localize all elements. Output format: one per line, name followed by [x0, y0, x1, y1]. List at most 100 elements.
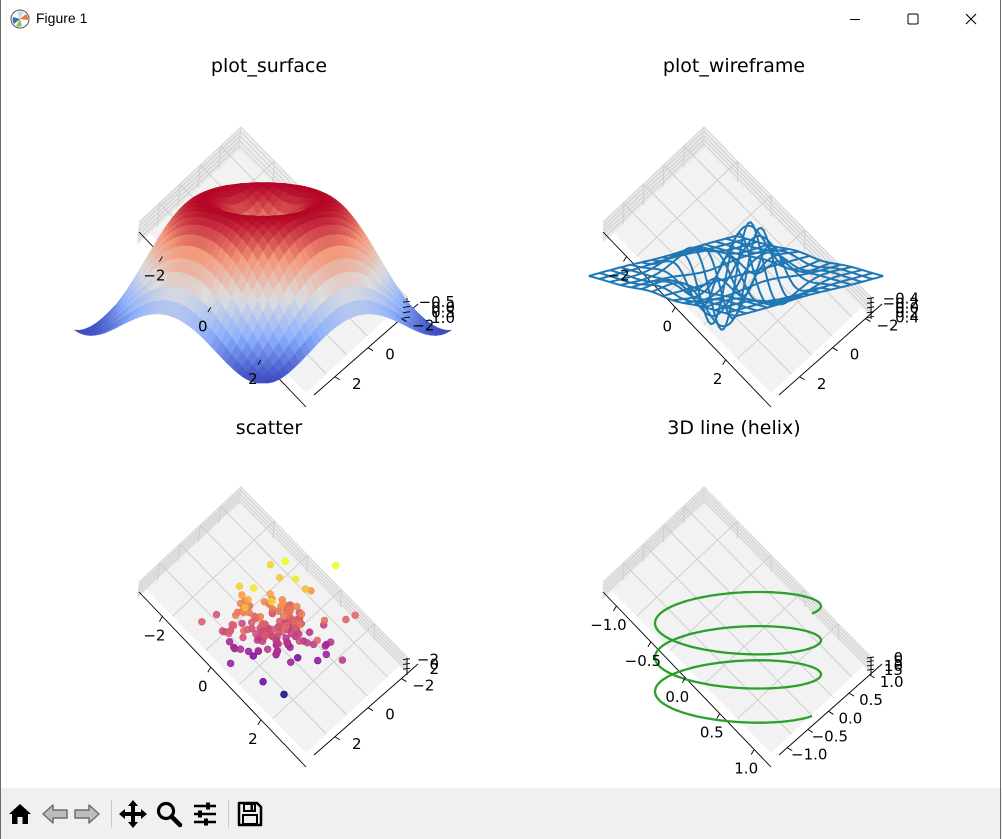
x-tick-label: 0 — [198, 317, 208, 335]
scatter-point — [282, 622, 290, 630]
scatter-point — [287, 629, 296, 638]
x-tick-label: 0 — [198, 677, 208, 695]
minimize-button[interactable] — [826, 0, 884, 38]
x-tick-label: −2 — [143, 627, 165, 645]
scatter-point — [239, 633, 247, 642]
scatter-point — [244, 595, 252, 604]
x-tick-mark — [722, 359, 727, 365]
y-tick-label: −0.5 — [812, 728, 848, 746]
scatter-point — [280, 690, 288, 699]
scatter-point — [295, 630, 303, 638]
scatter-point — [314, 656, 322, 665]
scatter-point — [260, 598, 269, 606]
x-tick-label: 2 — [713, 370, 723, 388]
scatter-point — [256, 613, 265, 621]
close-button[interactable] — [942, 0, 1000, 38]
scatter-point — [238, 591, 246, 599]
y-tick-mark — [799, 376, 805, 381]
scatter-point — [338, 656, 347, 664]
scatter-point — [232, 611, 240, 619]
y-tick-label: 2 — [352, 375, 362, 393]
back-button[interactable] — [39, 798, 71, 830]
x-tick-mark — [716, 713, 721, 719]
scatter-point — [238, 619, 246, 628]
y-tick-mark — [334, 736, 341, 741]
subplot-title: scatter — [236, 417, 303, 439]
subplot-plot-wireframe: plot_wireframe−202−2020.40.20.0−0.2−0.4 — [588, 55, 919, 408]
scatter-point — [268, 597, 276, 606]
y-tick-mark — [828, 710, 834, 715]
scatter-point — [276, 573, 284, 582]
scatter-point — [301, 585, 310, 593]
scatter-point — [303, 639, 311, 647]
z-tick-label: −2 — [417, 651, 439, 669]
subplot-title: plot_wireframe — [663, 55, 805, 77]
scatter-point — [236, 645, 245, 653]
scatter-point — [266, 590, 274, 598]
scatter-point — [261, 632, 269, 640]
zoom-icon — [156, 801, 183, 828]
x-tick-mark — [207, 667, 212, 673]
pan-icon — [119, 800, 147, 828]
scatter-point — [259, 677, 267, 686]
close-icon — [965, 13, 977, 25]
scatter-point — [235, 582, 244, 590]
forward-button[interactable] — [71, 798, 103, 830]
scatter-point — [252, 630, 260, 638]
y-tick-label: 2 — [352, 735, 362, 753]
x-tick-mark — [158, 616, 163, 622]
zoom-button[interactable] — [153, 798, 185, 830]
toolbar-separator — [111, 800, 112, 828]
home-icon — [9, 804, 31, 824]
y-tick-label: 0 — [385, 706, 395, 724]
scatter-point — [268, 605, 277, 613]
y-tick-mark — [334, 376, 341, 381]
x-tick-label: 1.0 — [734, 760, 758, 778]
y-tick-mark — [367, 347, 374, 352]
configure-subplots-button[interactable] — [189, 798, 221, 830]
x-tick-mark — [623, 256, 627, 262]
save-button[interactable] — [234, 798, 266, 830]
scatter-point — [264, 645, 272, 653]
y-tick-mark — [832, 347, 838, 352]
navigation-toolbar — [0, 788, 1002, 839]
z-tick-label: 0 — [893, 649, 903, 667]
scatter-point — [342, 615, 350, 624]
figure-svg: plot_surface −2 0 2 −2 0 2 1.0 0.5 0.0 −0.5 plot_w… — [74, 55, 919, 778]
scatter-point — [279, 612, 288, 620]
x-tick-mark — [671, 307, 676, 313]
y-tick-label: 0 — [850, 346, 860, 364]
x-tick-label: −2 — [607, 267, 629, 285]
x-tick-mark — [750, 749, 755, 755]
subplot-plot-surface: plot_surface−202−2021.00.50.0−0.5 — [74, 55, 455, 408]
x-tick-label: 2 — [248, 370, 258, 388]
pan-button[interactable] — [117, 798, 149, 830]
scatter-point — [321, 642, 329, 650]
y-tick-mark — [367, 707, 374, 712]
scatter-point — [225, 629, 233, 638]
scatter-point — [298, 610, 306, 618]
maximize-button[interactable] — [884, 0, 942, 38]
y-tick-mark — [865, 318, 871, 322]
x-tick-mark — [257, 719, 262, 725]
scatter-point — [274, 640, 282, 648]
figure-canvas[interactable]: plot_surface −2 0 2 −2 0 2 1.0 0.5 0.0 −0.5 plot_w… — [1, 38, 1001, 788]
scatter-point — [229, 621, 238, 630]
home-button[interactable] — [4, 798, 36, 830]
window-title: Figure 1 — [36, 10, 88, 26]
subplot-title: 3D line (helix) — [667, 417, 800, 439]
x-tick-label: 0.0 — [665, 688, 689, 706]
save-icon — [237, 801, 263, 827]
scatter-point — [293, 602, 301, 611]
scatter-point — [305, 628, 314, 636]
y-tick-mark — [869, 674, 875, 679]
scatter-point — [273, 649, 281, 657]
scatter-point — [294, 654, 302, 662]
scatter-point — [278, 628, 286, 636]
subplot-title: plot_surface — [211, 55, 327, 77]
scatter-point — [240, 627, 248, 635]
x-tick-label: 0 — [662, 317, 672, 335]
y-tick-label: 0.5 — [859, 691, 883, 709]
scatter-point — [250, 584, 258, 592]
y-tick-label: −1.0 — [791, 746, 827, 764]
